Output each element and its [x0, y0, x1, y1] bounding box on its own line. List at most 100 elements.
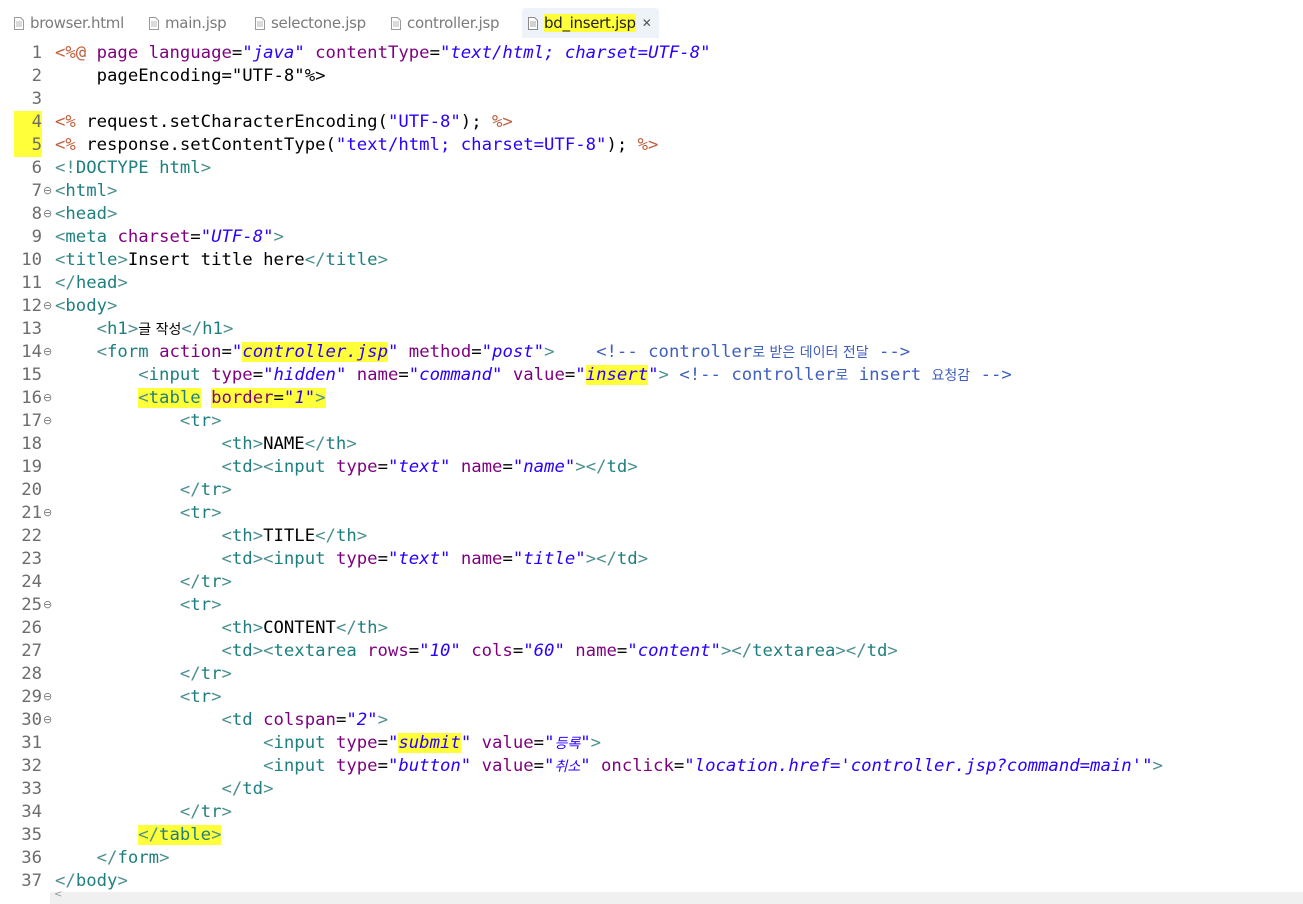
code-text: pageEncoding="UTF-8"%> — [55, 66, 326, 86]
code-text: <td><input type="text" name="title"></td… — [221, 549, 649, 569]
code-text: <td colspan="2"> — [221, 710, 388, 730]
scroll-left-icon[interactable]: < — [54, 889, 62, 900]
code-text: <%@ page language="java" contentType="te… — [55, 43, 711, 63]
fold-collapse-icon[interactable]: ⊖ — [43, 502, 52, 523]
tab-label: selectone.jsp — [271, 14, 366, 32]
line-number: 37 — [21, 871, 42, 891]
line-number: 13 — [21, 319, 42, 339]
line-number: 28 — [21, 664, 42, 684]
code-text: <html> — [55, 181, 118, 201]
code-text: </tr> — [179, 572, 232, 592]
code-text: <th>NAME</th> — [221, 434, 357, 454]
tab-browser-html[interactable]: browser.html — [14, 8, 124, 38]
line-number: 5 — [14, 134, 42, 157]
fold-collapse-icon[interactable]: ⊖ — [43, 387, 52, 408]
file-icon — [528, 16, 538, 30]
file-icon — [255, 16, 265, 30]
code-text: </tr> — [179, 480, 232, 500]
code-text: </form> — [96, 848, 170, 868]
editor-left-ruler — [0, 38, 14, 904]
code-text: <% response.setContentType("text/html; c… — [55, 135, 659, 155]
line-number: 27 — [21, 641, 42, 661]
code-text: <th>TITLE</th> — [221, 526, 368, 546]
code-text: </td> — [221, 779, 274, 799]
fold-collapse-icon[interactable]: ⊖ — [43, 410, 52, 431]
fold-collapse-icon[interactable]: ⊖ — [43, 295, 52, 316]
line-number: 16 — [21, 388, 42, 408]
file-icon — [391, 16, 401, 30]
code-text: <tr> — [179, 687, 222, 707]
code-editor[interactable]: 1 <%@ page language="java" contentType="t… — [14, 38, 1303, 892]
tab-selectone-jsp[interactable]: selectone.jsp — [255, 8, 366, 38]
line-number: 10 — [21, 250, 42, 270]
line-number: 33 — [21, 779, 42, 799]
line-number: 20 — [21, 480, 42, 500]
code-text: <body> — [55, 296, 118, 316]
code-text: </body> — [55, 871, 128, 891]
line-number: 30 — [21, 710, 42, 730]
tab-label: main.jsp — [165, 14, 227, 32]
tab-label: controller.jsp — [407, 14, 500, 32]
fold-collapse-icon[interactable]: ⊖ — [43, 686, 52, 707]
line-number: 18 — [21, 434, 42, 454]
line-number: 29 — [21, 687, 42, 707]
line-number: 4 — [14, 111, 42, 134]
line-number: 7 — [31, 181, 42, 201]
code-text: <td><input type="text" name="name"></td> — [221, 457, 638, 477]
line-number: 8 — [31, 204, 42, 224]
fold-collapse-icon[interactable]: ⊖ — [43, 180, 52, 201]
close-icon[interactable]: ✕ — [642, 16, 652, 30]
line-number: 32 — [21, 756, 42, 776]
line-number: 26 — [21, 618, 42, 638]
code-text: </tr> — [179, 664, 232, 684]
fold-collapse-icon[interactable]: ⊖ — [43, 341, 52, 362]
code-text: <tr> — [179, 411, 222, 431]
fold-collapse-icon[interactable]: ⊖ — [43, 709, 52, 730]
tab-label: bd_insert.jsp — [544, 14, 636, 32]
code-text: <input type="hidden" name="command" valu… — [138, 365, 1012, 385]
line-number: 24 — [21, 572, 42, 592]
editor-tab-bar: browser.html main.jsp selectone.jsp cont… — [0, 0, 1303, 38]
line-number: 25 — [21, 595, 42, 615]
code-text: <th>CONTENT</th> — [221, 618, 388, 638]
line-number: 2 — [31, 66, 42, 86]
code-text: <tr> — [179, 503, 222, 523]
code-text: <title>Insert title here</title> — [55, 250, 388, 270]
code-text: <tr> — [179, 595, 222, 615]
line-number: 36 — [21, 848, 42, 868]
tab-controller-jsp[interactable]: controller.jsp — [391, 8, 500, 38]
code-text: <form action="controller.jsp" method="po… — [96, 342, 911, 362]
line-number: 21 — [21, 503, 42, 523]
tab-bd-insert-jsp[interactable]: bd_insert.jsp ✕ — [522, 8, 660, 38]
horizontal-scrollbar[interactable]: < — [50, 889, 1303, 904]
line-number: 15 — [21, 365, 42, 385]
fold-collapse-icon[interactable]: ⊖ — [43, 203, 52, 224]
file-icon — [149, 16, 159, 30]
code-text: <meta charset="UTF-8"> — [55, 227, 284, 247]
line-number: 14 — [21, 342, 42, 362]
line-number: 11 — [21, 273, 42, 293]
line-number: 34 — [21, 802, 42, 822]
code-text: <input type="submit" value="등록"> — [263, 733, 602, 753]
code-text: <td><textarea rows="10" cols="60" name="… — [221, 641, 898, 661]
tab-main-jsp[interactable]: main.jsp — [149, 8, 227, 38]
line-number: 17 — [21, 411, 42, 431]
code-text: </table> — [138, 825, 222, 845]
code-text: <h1>글 작성</h1> — [96, 319, 234, 339]
line-number: 9 — [31, 227, 42, 247]
code-text: <table border="1"> — [138, 388, 326, 408]
code-text: <input type="button" value="취소" onclick=… — [263, 756, 1163, 776]
fold-collapse-icon[interactable]: ⊖ — [43, 594, 52, 615]
line-number: 19 — [21, 457, 42, 477]
line-number: 35 — [21, 825, 42, 845]
code-text: <% request.setCharacterEncoding("UTF-8")… — [55, 112, 513, 132]
line-number: 23 — [21, 549, 42, 569]
line-number: 31 — [21, 733, 42, 753]
line-number: 3 — [31, 89, 42, 109]
code-text: <head> — [55, 204, 118, 224]
line-number: 22 — [21, 526, 42, 546]
code-text: <!DOCTYPE html> — [55, 158, 212, 178]
line-number: 12 — [21, 296, 42, 316]
tab-label: browser.html — [30, 14, 124, 32]
file-icon — [14, 16, 24, 30]
